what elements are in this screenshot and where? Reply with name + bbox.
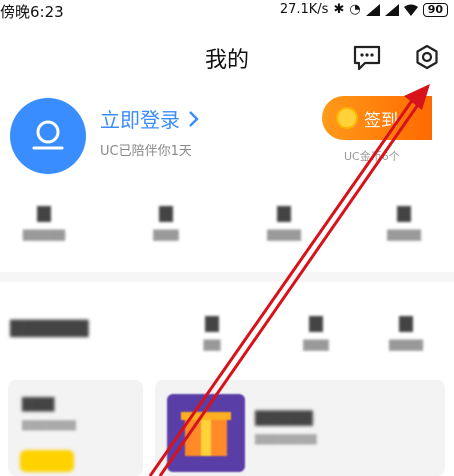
shortcut-item[interactable]: ▇▇▇▇ bbox=[364, 206, 444, 241]
checkin-button[interactable]: 签到 bbox=[322, 96, 432, 140]
bluetooth-icon: ✱ bbox=[333, 2, 345, 17]
checkin-label: 签到 bbox=[364, 110, 398, 131]
shortcut-label: ▇▇▇ bbox=[153, 228, 179, 241]
promo-card-title: ▇▇▇▇▇ bbox=[255, 408, 313, 426]
profile-subtitle: UC已陪伴你1天 bbox=[100, 144, 192, 159]
promo-card-subtitle: ▇▇▇▇▇▇▇▇ bbox=[255, 434, 317, 445]
shortcut-label: ▇▇▇▇ bbox=[387, 228, 421, 241]
shortcut-label: ▇▇▇▇ bbox=[267, 228, 301, 241]
page-title: 我的 bbox=[204, 48, 249, 73]
shortcut-icon bbox=[37, 206, 51, 222]
status-time: 傍晚6:23 bbox=[0, 3, 64, 21]
shortcut-item[interactable]: ▇▇▇ bbox=[126, 206, 206, 241]
signal-icon bbox=[365, 3, 380, 16]
promo-card-subtitle: ▇▇▇▇▇▇▇ bbox=[22, 420, 76, 431]
section-item[interactable]: ▇▇▇ bbox=[276, 316, 356, 351]
status-icons: 27.1K/s ✱ ◔ 90 bbox=[280, 2, 448, 17]
wifi-icon bbox=[403, 4, 418, 16]
signal-icon-2 bbox=[384, 3, 399, 16]
user-icon bbox=[32, 120, 64, 150]
chat-bubble-icon bbox=[353, 45, 381, 71]
net-speed: 27.1K/s bbox=[279, 2, 329, 17]
settings-button[interactable] bbox=[410, 40, 444, 74]
section-item-label: ▇▇▇ bbox=[303, 338, 329, 351]
section-item-icon bbox=[399, 316, 413, 332]
shortcut-label: ▇▇▇▇▇ bbox=[22, 228, 66, 241]
section-item-icon bbox=[205, 316, 219, 332]
coin-icon bbox=[336, 107, 358, 129]
shortcut-item[interactable]: ▇▇▇▇ bbox=[244, 206, 324, 241]
checkin-subtitle: UC金币6个 bbox=[344, 150, 400, 163]
shortcut-icon bbox=[277, 206, 291, 222]
section-item[interactable]: ▇▇▇▇ bbox=[366, 316, 446, 351]
shortcut-item[interactable]: ▇▇▇▇▇ bbox=[4, 206, 84, 241]
shortcut-icon bbox=[397, 206, 411, 222]
gift-box-icon bbox=[167, 394, 245, 472]
battery-indicator: 90 bbox=[422, 2, 448, 17]
status-bar: 傍晚6:23 27.1K/s ✱ ◔ 90 bbox=[0, 0, 454, 22]
alarm-icon: ◔ bbox=[349, 2, 361, 17]
promo-card-right[interactable]: ▇▇▇▇▇ ▇▇▇▇▇▇▇▇ bbox=[155, 380, 445, 476]
section-item[interactable]: ▇▇ bbox=[172, 316, 252, 351]
section-item-icon bbox=[309, 316, 323, 332]
promo-card-left[interactable]: ▇▇▇ ▇▇▇▇▇▇▇ bbox=[8, 380, 143, 476]
section-item-label: ▇▇▇▇ bbox=[389, 338, 423, 351]
login-link[interactable]: 立即登录 bbox=[100, 104, 200, 133]
section-divider bbox=[0, 272, 454, 282]
shortcut-icon bbox=[159, 206, 173, 222]
gear-icon bbox=[416, 44, 438, 70]
gift-image bbox=[181, 412, 231, 456]
section-item-label: ▇▇ bbox=[203, 338, 221, 351]
promo-card-badge bbox=[20, 450, 74, 472]
section-title: ▇▇▇▇▇▇ bbox=[10, 318, 89, 338]
chevron-right-icon bbox=[189, 110, 199, 127]
login-label: 立即登录 bbox=[100, 108, 180, 132]
promo-card-title: ▇▇▇ bbox=[22, 396, 55, 412]
message-button[interactable] bbox=[350, 40, 384, 74]
avatar[interactable] bbox=[10, 98, 86, 174]
